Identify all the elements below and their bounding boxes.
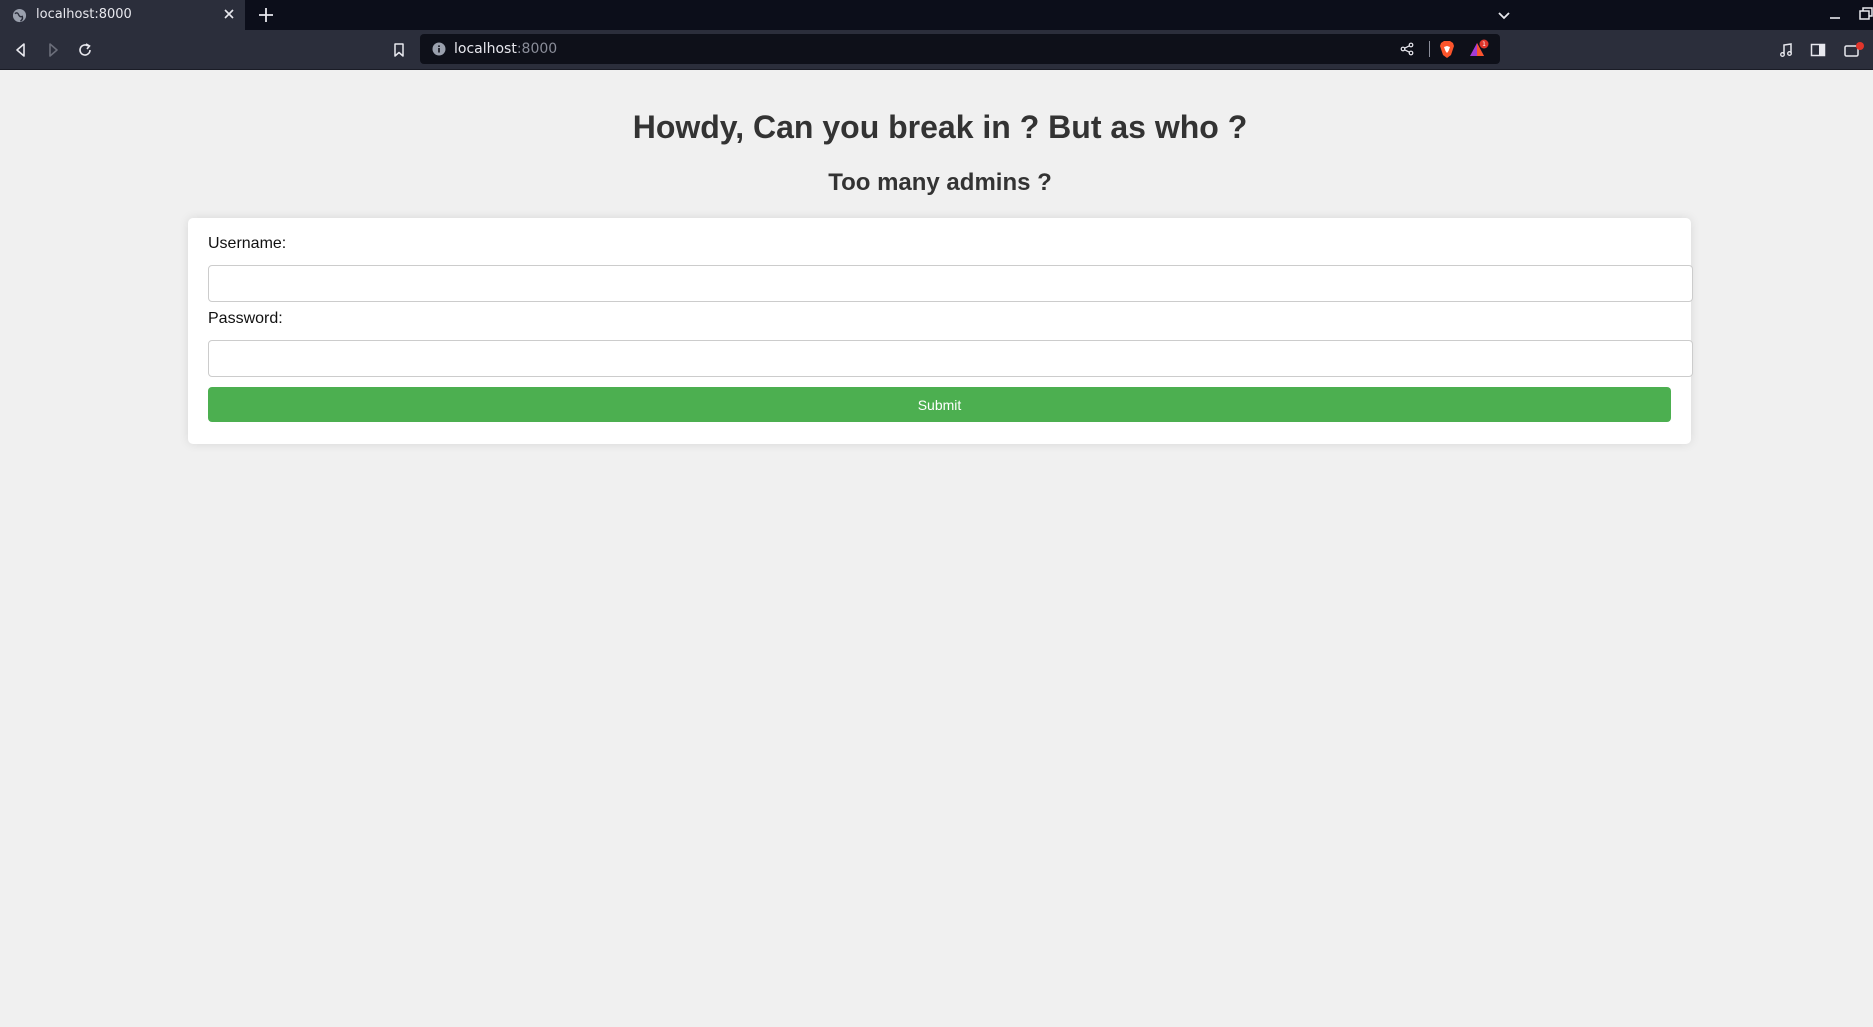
username-label: Username: (208, 235, 287, 252)
page-subheading: Too many admins ? (828, 169, 1052, 196)
password-label: Password: (208, 310, 283, 327)
rewards-badge-count: 1 (1482, 41, 1486, 48)
share-icon[interactable] (1400, 42, 1414, 56)
page-heading: Howdy, Can you break in ? But as who ? (632, 109, 1248, 145)
forward-icon[interactable] (44, 41, 62, 59)
url-host: localhost (454, 41, 517, 57)
browser-tab[interactable]: localhost:8000 (0, 0, 245, 30)
submit-button[interactable]: Submit (208, 387, 1671, 422)
wallet-icon[interactable] (1843, 41, 1865, 59)
sidebar-icon[interactable] (1809, 41, 1827, 59)
chevron-down-icon[interactable] (1495, 6, 1513, 24)
browser-toolbar: localhost:8000 1 (0, 30, 1873, 70)
username-input[interactable] (208, 265, 1693, 302)
login-form: Username: Password: Submit (188, 218, 1693, 444)
reload-icon[interactable] (76, 41, 94, 59)
minimize-icon[interactable] (1827, 6, 1843, 22)
back-icon[interactable] (12, 41, 30, 59)
url-port: :8000 (516, 41, 558, 57)
close-tab-icon[interactable] (221, 6, 237, 22)
brave-shields-icon[interactable] (1438, 40, 1456, 59)
bookmark-icon[interactable] (390, 41, 408, 59)
globe-icon (12, 8, 27, 23)
page-content: Howdy, Can you break in ? But as who ? T… (0, 71, 1873, 1027)
restore-window-icon[interactable] (1859, 6, 1873, 22)
new-tab-icon[interactable] (256, 5, 276, 25)
address-bar[interactable]: localhost:8000 1 (420, 34, 1500, 64)
tab-strip: localhost:8000 (0, 0, 1873, 30)
password-input[interactable] (208, 340, 1693, 377)
tab-title: localhost:8000 (36, 7, 132, 22)
url-text: localhost:8000 (454, 41, 557, 57)
brave-rewards-icon[interactable]: 1 (1468, 39, 1490, 59)
omnibox-divider (1429, 41, 1430, 57)
info-icon[interactable] (432, 42, 446, 56)
media-icon[interactable] (1777, 41, 1795, 59)
